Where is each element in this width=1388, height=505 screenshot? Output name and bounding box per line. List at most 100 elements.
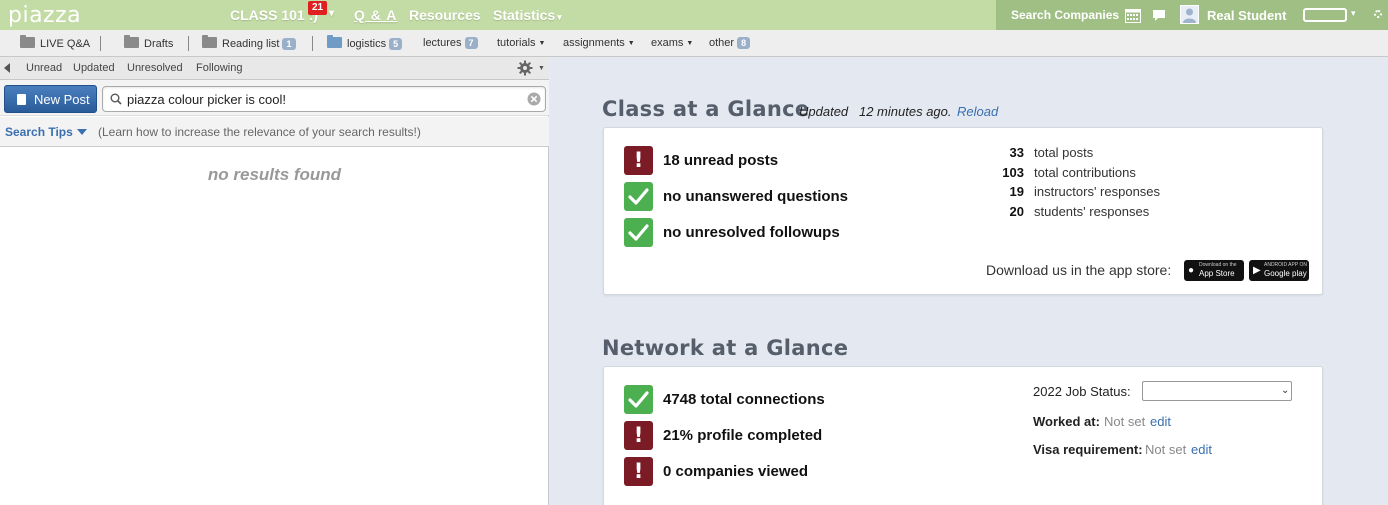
folder-other[interactable]: other 8 bbox=[709, 37, 751, 49]
folder-label: tutorials bbox=[497, 37, 536, 49]
folder-bar: LIVE Q&A Drafts Reading list 1 logistics 5… bbox=[0, 30, 1388, 57]
stat-number: 19 bbox=[1009, 184, 1024, 199]
stat-label: total posts bbox=[1034, 145, 1094, 160]
status-label: 4748 total connections bbox=[663, 391, 825, 408]
class-at-a-glance-title: Class at a Glance bbox=[602, 97, 810, 121]
folder-label: assignments bbox=[563, 37, 625, 49]
class-switcher[interactable]: CLASS 101 :) bbox=[230, 7, 318, 23]
google-play-badge[interactable]: ▶ ANDROID APP ON Google play bbox=[1249, 260, 1309, 281]
feed-panel: Unread Updated Unresolved Following ▼ Ne… bbox=[0, 57, 549, 505]
search-tips-link[interactable]: Search Tips bbox=[5, 125, 73, 139]
badge-big-text: App Store bbox=[1199, 269, 1235, 278]
folder-count: 1 bbox=[282, 38, 296, 50]
folder-lectures[interactable]: lectures 7 bbox=[423, 37, 478, 49]
folder-tutorials[interactable]: tutorials ▼ bbox=[497, 37, 545, 49]
folder-count: 5 bbox=[389, 38, 403, 50]
stat-label: instructors' responses bbox=[1034, 184, 1161, 199]
worked-at-edit-link[interactable]: edit bbox=[1150, 414, 1171, 429]
status-label[interactable]: 18 unread posts bbox=[663, 152, 778, 169]
folder-icon bbox=[327, 35, 342, 48]
visa-requirement-value: Not set bbox=[1145, 442, 1187, 457]
app-store-badge[interactable]: ● Download on the App Store bbox=[1184, 260, 1244, 281]
job-status-select[interactable]: ⌄ bbox=[1142, 381, 1292, 401]
folder-icon bbox=[20, 35, 35, 48]
folder-reading-list[interactable]: Reading list 1 bbox=[202, 35, 296, 50]
nav-qa[interactable]: Q & A bbox=[354, 7, 397, 23]
badge-big-text: Google play bbox=[1264, 269, 1307, 278]
folder-label: lectures bbox=[423, 37, 462, 49]
folder-assignments[interactable]: assignments ▼ bbox=[563, 37, 635, 49]
chevron-down-icon: ▼ bbox=[538, 40, 546, 47]
status-toggle[interactable] bbox=[1303, 8, 1347, 22]
piazza-logo[interactable]: piazza bbox=[8, 3, 81, 28]
reload-link[interactable]: Reload bbox=[957, 104, 998, 119]
status-label: no unresolved followups bbox=[663, 224, 840, 241]
folder-label: Drafts bbox=[144, 38, 174, 50]
document-icon bbox=[17, 94, 26, 105]
apple-icon: ● bbox=[1188, 265, 1195, 276]
worked-at-label: Worked at: bbox=[1033, 414, 1100, 429]
stat-number: 103 bbox=[1002, 165, 1024, 180]
checkmark-icon bbox=[624, 182, 653, 211]
clear-search-icon[interactable] bbox=[527, 92, 541, 106]
chevron-down-icon[interactable] bbox=[77, 129, 87, 135]
stat-label: total contributions bbox=[1034, 165, 1136, 180]
play-icon: ▶ bbox=[1253, 265, 1261, 276]
folder-count: 8 bbox=[737, 37, 751, 49]
no-results-message: no results found bbox=[207, 165, 342, 184]
stat-number: 33 bbox=[1009, 145, 1024, 160]
chevron-down-icon: ▼ bbox=[686, 40, 694, 47]
search-icon bbox=[110, 93, 122, 105]
worked-at-value: Not set bbox=[1104, 414, 1146, 429]
settings-icon[interactable] bbox=[1374, 10, 1382, 18]
visa-requirement-edit-link[interactable]: edit bbox=[1191, 442, 1212, 457]
new-post-label: New Post bbox=[34, 92, 90, 107]
updated-timestamp: Updated 12 minutes ago. bbox=[799, 104, 952, 119]
collapse-left-icon[interactable] bbox=[4, 63, 10, 73]
chevron-down-icon[interactable]: ▾ bbox=[1351, 8, 1356, 19]
folder-drafts[interactable]: Drafts bbox=[124, 35, 174, 50]
chevron-down-icon: ▾ bbox=[557, 12, 562, 22]
search-row: New Post bbox=[0, 80, 549, 116]
calendar-icon[interactable] bbox=[1125, 9, 1141, 23]
folder-icon bbox=[124, 35, 139, 48]
chevron-down-icon: ⌄ bbox=[1281, 385, 1290, 396]
gear-icon[interactable] bbox=[517, 60, 533, 76]
warning-icon bbox=[624, 457, 653, 486]
search-box bbox=[102, 86, 546, 112]
folder-label: Reading list bbox=[222, 38, 280, 50]
nav-statistics-label: Statistics bbox=[493, 7, 556, 23]
folder-label: exams bbox=[651, 37, 684, 49]
filter-updated[interactable]: Updated bbox=[73, 62, 115, 74]
chevron-down-icon[interactable]: ▼ bbox=[538, 65, 545, 72]
folder-exams[interactable]: exams ▼ bbox=[651, 37, 693, 49]
filter-unread[interactable]: Unread bbox=[26, 62, 62, 74]
user-name[interactable]: Real Student bbox=[1207, 8, 1286, 23]
folder-label: other bbox=[709, 37, 735, 49]
avatar[interactable] bbox=[1180, 5, 1199, 24]
nav-resources[interactable]: Resources bbox=[409, 7, 481, 23]
divider bbox=[188, 36, 189, 51]
divider bbox=[100, 36, 101, 51]
checkmark-icon bbox=[624, 385, 653, 414]
chevron-down-icon[interactable]: ▾ bbox=[329, 8, 334, 19]
status-label[interactable]: 0 companies viewed bbox=[663, 463, 808, 480]
network-at-a-glance-title: Network at a Glance bbox=[602, 336, 849, 360]
search-input[interactable] bbox=[127, 90, 522, 108]
new-post-button[interactable]: New Post bbox=[4, 85, 97, 113]
stat-label: students' responses bbox=[1034, 204, 1150, 219]
folder-logistics[interactable]: logistics 5 bbox=[327, 35, 403, 50]
top-navigation-bar: piazza CLASS 101 :) 21 ▾ Q & A Resources… bbox=[0, 0, 1388, 30]
folder-live-qa[interactable]: LIVE Q&A bbox=[20, 35, 90, 50]
search-companies-link[interactable]: Search Companies bbox=[1011, 8, 1119, 22]
stat-number: 20 bbox=[1009, 204, 1024, 219]
job-status-label: 2022 Job Status: bbox=[1033, 384, 1131, 399]
filter-following[interactable]: Following bbox=[196, 62, 242, 74]
dashboard-panel: Class at a Glance Updated 12 minutes ago… bbox=[550, 57, 1388, 505]
status-label[interactable]: 21% profile completed bbox=[663, 427, 822, 444]
filter-unresolved[interactable]: Unresolved bbox=[127, 62, 183, 74]
nav-statistics[interactable]: Statistics ▾ bbox=[493, 7, 562, 23]
chat-icon[interactable] bbox=[1152, 9, 1166, 22]
warning-icon bbox=[624, 421, 653, 450]
folder-icon bbox=[202, 35, 217, 48]
